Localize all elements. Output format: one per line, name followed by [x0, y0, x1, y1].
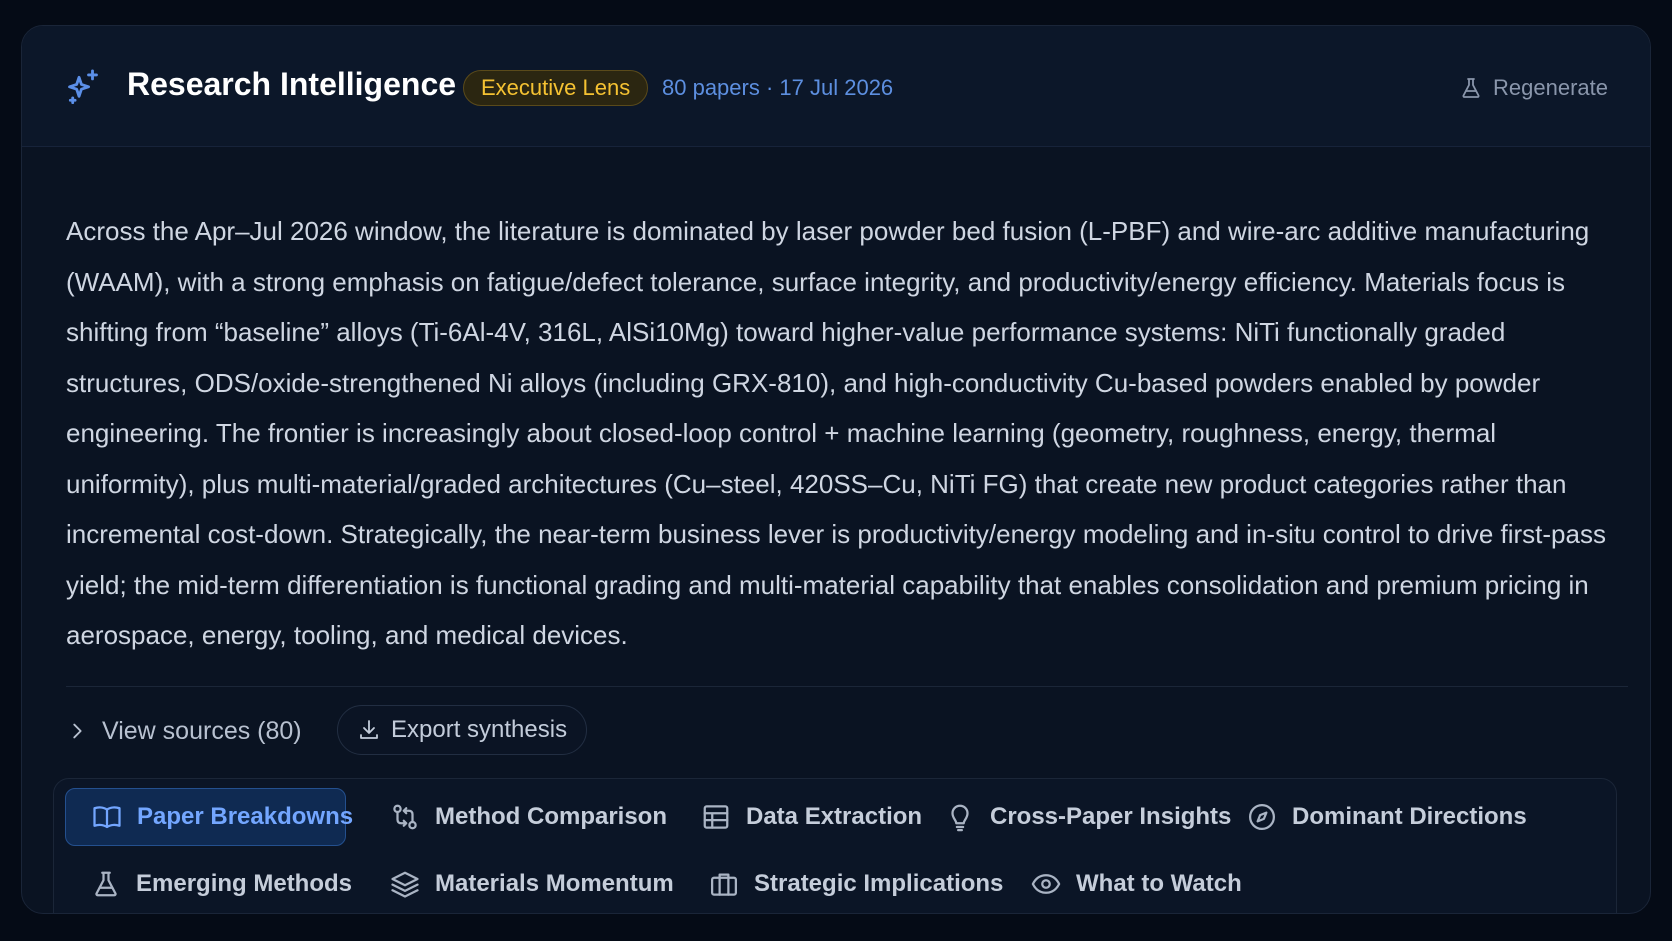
tab-label: Dominant Directions	[1292, 803, 1527, 830]
table-icon	[703, 805, 729, 829]
tab-paper-breakdowns[interactable]: Paper Breakdowns	[65, 788, 353, 846]
tab-strategic-implications[interactable]: Strategic Implications	[683, 855, 1029, 913]
tab-data-extraction[interactable]: Data Extraction	[675, 788, 948, 846]
book-open-icon	[93, 806, 121, 829]
compass-icon	[1249, 804, 1275, 830]
chevron-right-icon	[73, 723, 82, 739]
tab-label: Materials Momentum	[435, 870, 674, 897]
flask-icon	[95, 871, 117, 897]
tab-materials-momentum[interactable]: Materials Momentum	[364, 855, 700, 913]
sparkles-icon	[68, 69, 98, 105]
lightbulb-icon	[951, 804, 969, 832]
layers-icon	[391, 871, 419, 898]
tab-label: Data Extraction	[746, 803, 923, 830]
panel-header: Research Intelligence Executive Lens 80 …	[22, 26, 1650, 147]
research-intelligence-panel: Research Intelligence Executive Lens 80 …	[21, 25, 1651, 914]
regenerate-label: Regenerate	[1493, 75, 1608, 100]
tab-label: Strategic Implications	[754, 870, 1004, 897]
tab-label: Cross-Paper Insights	[990, 803, 1232, 830]
tab-label: Emerging Methods	[136, 870, 353, 897]
view-sources-label: View sources (80)	[102, 716, 302, 745]
eye-icon	[1031, 874, 1061, 894]
synthesis-summary: Across the Apr–Jul 2026 window, the lite…	[66, 216, 1606, 650]
export-synthesis-button[interactable]: Export synthesis	[337, 705, 588, 755]
tab-label: Paper Breakdowns	[137, 803, 354, 830]
tab-cross-paper-insights[interactable]: Cross-Paper Insights	[919, 788, 1257, 846]
tab-dominant-directions[interactable]: Dominant Directions	[1221, 788, 1553, 846]
analysis-tabs: Paper Breakdowns Method Comparison Data …	[53, 778, 1617, 913]
papers-meta: 80 papers · 17 Jul 2026	[662, 75, 894, 100]
flask-icon	[1462, 78, 1480, 98]
git-compare-icon	[393, 804, 417, 830]
tab-emerging-methods[interactable]: Emerging Methods	[65, 855, 378, 913]
export-label: Export synthesis	[391, 716, 568, 743]
lens-badge: Executive Lens	[463, 70, 649, 106]
tab-label: What to Watch	[1076, 870, 1242, 897]
download-icon	[360, 720, 378, 739]
regenerate-button[interactable]: Regenerate	[1459, 70, 1608, 106]
tab-method-comparison[interactable]: Method Comparison	[364, 788, 693, 846]
tab-what-to-watch[interactable]: What to Watch	[1005, 855, 1268, 913]
page-title: Research Intelligence	[127, 66, 457, 102]
view-sources-toggle[interactable]: View sources (80)	[66, 706, 302, 756]
tab-label: Method Comparison	[435, 803, 667, 830]
briefcase-icon	[711, 873, 737, 896]
divider	[66, 686, 1628, 687]
